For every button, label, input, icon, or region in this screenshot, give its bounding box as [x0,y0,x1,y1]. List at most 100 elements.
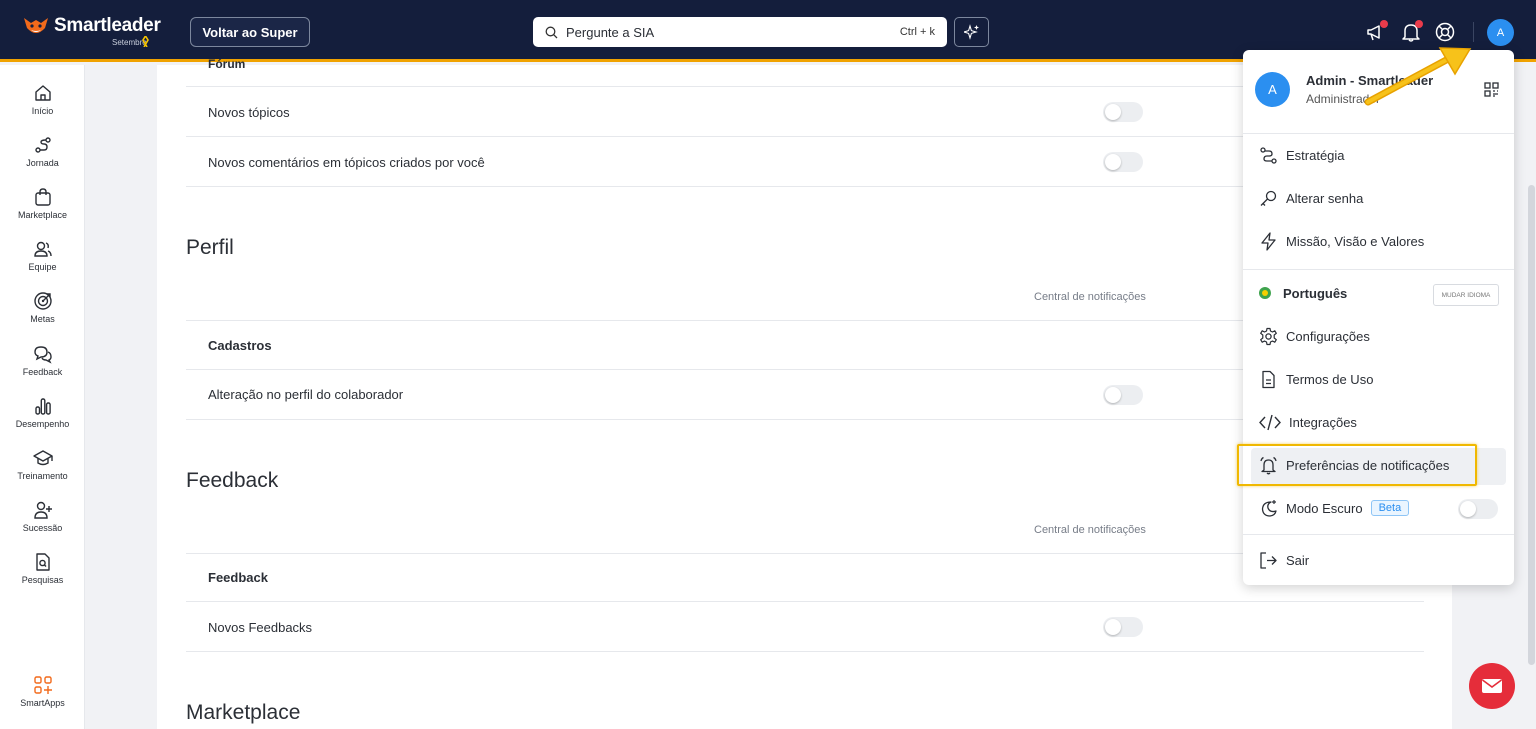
sidebar-item-label: Início [31,106,54,116]
user-dropdown-menu: A Admin - Smartleader Administrador Estr… [1243,50,1514,585]
group-row: Feedback [186,554,1424,602]
menu-item-estrategia[interactable]: Estratégia [1259,145,1345,165]
section-title-feedback: Feedback [186,469,279,492]
gear-icon [1260,327,1277,345]
menu-item-label: Estratégia [1286,147,1345,163]
sidebar-item-label: Pesquisas [21,575,64,585]
notification-dot [1415,20,1423,28]
qr-code-icon[interactable] [1484,82,1499,97]
bar-chart-icon [34,398,51,415]
scrollbar-thumb[interactable] [1528,185,1535,665]
menu-item-sair[interactable]: Sair [1259,550,1309,570]
row-label: Novos Feedbacks [208,620,313,635]
users-icon [33,241,52,257]
sidebar-item-equipe[interactable]: Equipe [0,239,85,272]
row-label: Novos tópicos [208,105,290,120]
fox-logo-icon [24,18,48,33]
pointer-arrow-annotation [1364,47,1472,106]
menu-item-modo-escuro[interactable]: Modo Escuro Beta [1259,498,1410,518]
sidebar-item-metas[interactable]: Metas [0,291,85,324]
menu-item-integracoes[interactable]: Integrações [1259,412,1357,432]
sidebar-item-label: Metas [30,314,55,324]
group-label: Feedback [208,570,268,585]
help-button[interactable] [1433,20,1457,44]
sidebar-item-desempenho[interactable]: Desempenho [0,396,85,429]
beta-badge: Beta [1370,500,1410,516]
document-icon [1262,370,1275,388]
menu-avatar: A [1255,72,1290,107]
menu-item-label: Modo Escuro [1286,500,1363,516]
menu-item-configuracoes[interactable]: Configurações [1259,326,1370,346]
brazil-flag-icon [1259,287,1271,299]
table-row: Novos Feedbacks [186,602,1424,652]
sidebar-item-sucessao[interactable]: Sucessão [0,500,85,533]
menu-divider [1243,269,1514,270]
column-header-row [186,271,1424,321]
toggle-novos-topicos[interactable] [1103,102,1143,122]
menu-item-missao[interactable]: Missão, Visão e Valores [1259,231,1424,251]
table-row: Novos tópicos [186,87,1424,137]
shopping-bag-icon [34,188,51,206]
menu-item-idioma: Português [1259,283,1347,303]
sidebar-item-label: SmartApps [20,698,65,708]
messages-icon [33,346,52,364]
sidebar-item-label: Jornada [26,158,59,168]
menu-item-label: Integrações [1289,414,1357,430]
user-plus-icon [33,501,52,519]
apps-grid-icon [33,676,52,694]
sidebar-item-pesquisas[interactable]: Pesquisas [0,552,85,585]
row-label: Alteração no perfil do colaborador [208,387,404,402]
menu-item-label: Configurações [1286,328,1370,344]
change-language-button[interactable]: MUDAR IDIOMA [1433,284,1499,306]
sidebar-item-label: Marketplace [17,210,68,220]
smartleader-logo[interactable]: Smartleader Setembro [22,14,161,47]
awareness-ribbon-icon [142,36,149,47]
sidebar-item-label: Sucessão [22,523,63,533]
sidebar: Início Jornada Marketplace Equipe Metas … [0,65,85,729]
sidebar-item-feedback[interactable]: Feedback [0,344,85,377]
table-row: Novos comentários em tópicos criados por… [186,137,1424,187]
user-avatar-button[interactable]: A [1487,19,1514,46]
topbar-divider [1473,22,1474,42]
route-icon [1260,146,1277,164]
group-label: Cadastros [208,338,272,353]
toggle-novos-comentarios[interactable] [1103,152,1143,172]
route-icon [34,137,51,153]
menu-item-label: Termos de Uso [1286,371,1374,387]
menu-divider [1243,534,1514,535]
logo-name: Smartleader [54,15,161,36]
group-row: Cadastros [186,321,1424,370]
highlight-box-annotation [1237,444,1477,486]
target-icon [33,292,52,310]
notification-dot [1380,20,1388,28]
lifebuoy-icon [1435,22,1455,42]
sidebar-item-label: Treinamento [17,471,68,481]
file-search-icon [35,553,50,571]
forum-group-row: Fórum [186,35,1424,87]
envelope-icon [1482,679,1502,693]
menu-item-termos[interactable]: Termos de Uso [1259,369,1373,389]
code-icon [1259,414,1281,430]
menu-item-label: Sair [1286,552,1310,568]
menu-divider [1243,133,1514,134]
sidebar-item-label: Desempenho [15,419,70,429]
row-label: Novos comentários em tópicos criados por… [208,155,485,170]
toggle-novos-feedbacks[interactable] [1103,617,1143,637]
forum-title: Fórum [208,57,246,71]
menu-item-label: Missão, Visão e Valores [1286,233,1425,249]
menu-item-alterar-senha[interactable]: Alterar senha [1259,188,1363,208]
sidebar-item-smartapps[interactable]: SmartApps [0,675,85,708]
dark-mode-toggle[interactable] [1458,499,1498,519]
column-header-row [186,503,1424,554]
graduation-cap-icon [32,450,53,466]
section-title-marketplace: Marketplace [186,701,301,724]
sidebar-item-jornada[interactable]: Jornada [0,135,85,168]
sidebar-item-treinamento[interactable]: Treinamento [0,448,85,481]
sidebar-item-marketplace[interactable]: Marketplace [0,187,85,220]
sidebar-item-inicio[interactable]: Início [0,83,85,116]
chat-message-button[interactable] [1469,663,1515,709]
logout-icon [1260,551,1277,569]
toggle-alteracao-perfil[interactable] [1103,385,1143,405]
menu-item-label: Alterar senha [1286,190,1364,206]
home-icon [34,85,51,101]
